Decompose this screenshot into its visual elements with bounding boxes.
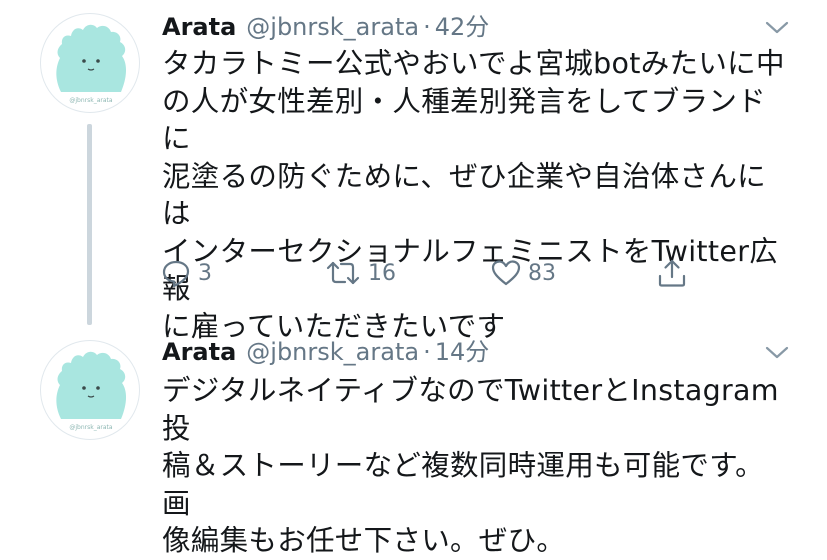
tweet[interactable]: @jbnrsk_arata Arata @jbnrsk_arata · 42分 … [0, 0, 827, 343]
separator-dot: · [423, 13, 431, 41]
like-button[interactable]: 83 [490, 255, 556, 291]
svg-text:@jbnrsk_arata: @jbnrsk_arata [69, 97, 113, 104]
tweet-header: Arata @jbnrsk_arata · 14分 [162, 336, 489, 368]
retweet-button[interactable]: 16 [324, 255, 396, 291]
avatar[interactable]: @jbnrsk_arata [40, 340, 140, 440]
heart-icon [491, 260, 521, 286]
svg-text:@jbnrsk_arata: @jbnrsk_arata [69, 424, 113, 431]
reply-button[interactable]: 3 [160, 255, 212, 291]
retweet-icon [326, 261, 360, 285]
timestamp[interactable]: 14分 [435, 336, 490, 368]
share-button[interactable] [656, 255, 688, 291]
like-count: 83 [528, 260, 556, 286]
more-options-button[interactable] [764, 345, 790, 361]
author-handle[interactable]: @jbnrsk_arata [246, 336, 419, 368]
avatar[interactable]: @jbnrsk_arata [40, 13, 140, 113]
more-options-button[interactable] [764, 20, 790, 36]
chevron-down-icon [765, 346, 789, 359]
reply-icon [162, 260, 190, 288]
share-icon [658, 259, 686, 287]
timestamp[interactable]: 42分 [435, 11, 490, 43]
reply-count: 3 [198, 260, 212, 286]
thread-connector-line [87, 124, 92, 325]
tweet-actions: 3 16 83 [160, 255, 700, 291]
chevron-down-icon [765, 21, 789, 34]
tweet-text: タカラトミー公式やおいでよ宮城botみたいに中 の人が女性差別・人種差別発言をし… [162, 47, 785, 343]
flame-ghost-avatar-icon: @jbnrsk_arata [56, 24, 127, 104]
separator-dot: · [423, 338, 431, 366]
tweet[interactable]: @jbnrsk_arata Arata @jbnrsk_arata · 14分 … [0, 325, 827, 557]
tweet-header: Arata @jbnrsk_arata · 42分 [162, 11, 489, 43]
author-name[interactable]: Arata [162, 11, 236, 43]
author-name[interactable]: Arata [162, 336, 236, 368]
author-handle[interactable]: @jbnrsk_arata [246, 11, 419, 43]
retweet-count: 16 [368, 260, 396, 286]
tweet-text: デジタルネイティブなのでTwitterとInstagram投 稿＆ストーリーなど… [162, 374, 779, 557]
flame-ghost-avatar-icon: @jbnrsk_arata [56, 351, 127, 431]
